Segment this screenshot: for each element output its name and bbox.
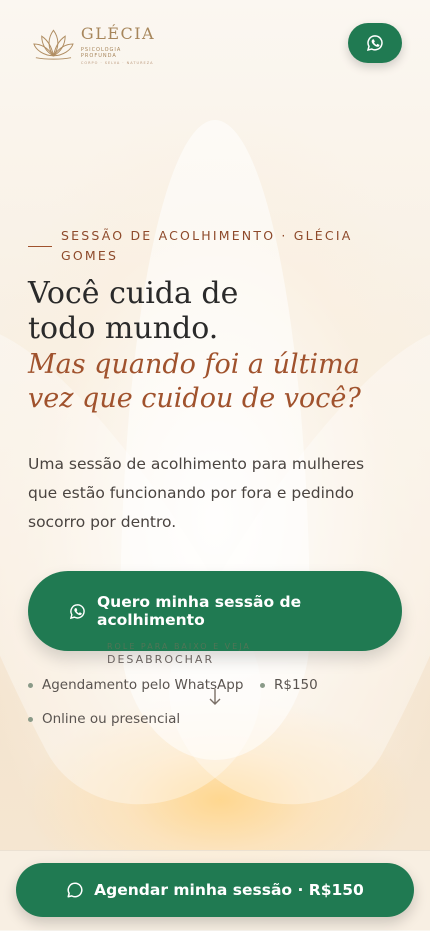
cta-label: Quero minha sessão de acolhimento: [97, 593, 302, 629]
cta-whatsapp-button[interactable]: Quero minha sessão de acolhimento: [28, 571, 402, 651]
chat-bubble-icon: [67, 882, 83, 898]
bullet-dot: [260, 682, 265, 688]
schedule-session-button[interactable]: Agendar minha sessão · R$150: [16, 863, 414, 917]
scroll-caption-small: ROLE PARA BAIXO E VEJA: [107, 642, 251, 651]
info-item-label: Online ou presencial: [42, 711, 181, 727]
scroll-caption: ROLE PARA BAIXO E VEJA DESABROCHAR: [107, 642, 307, 666]
info-item-scheduling: Agendamento pelo WhatsApp: [28, 677, 243, 693]
info-item-price: R$150: [260, 677, 318, 693]
eyebrow-divider: [28, 246, 52, 247]
hero-title-accent: Mas quando foi a última vez que cuidou d…: [28, 349, 361, 414]
brand-name: GLÉCIA: [80, 23, 156, 43]
hero-title: Você cuida de todo mundo. Mas quando foi…: [28, 276, 418, 416]
schedule-session-label: Agendar minha sessão · R$150: [94, 881, 364, 899]
brand-subtitle: PSICOLOGIA PROFUNDA: [80, 46, 122, 59]
whatsapp-icon: [69, 604, 85, 620]
hero-eyebrow: SESSÃO DE ACOLHIMENTO · GLÉCIA GOMES: [28, 226, 388, 266]
info-item-label: Agendamento pelo WhatsApp: [42, 677, 244, 693]
info-item-format: Online ou presencial: [28, 711, 180, 727]
info-item-label: R$150: [274, 677, 318, 693]
eyebrow-text: SESSÃO DE ACOLHIMENTO · GLÉCIA GOMES: [61, 228, 353, 263]
hero-title-main: Você cuida de todo mundo.: [28, 276, 239, 346]
hero-lead-text: Uma sessão de acolhimento para mulheres …: [28, 455, 365, 531]
whatsapp-icon: [366, 35, 383, 52]
lotus-logo-icon: [33, 29, 74, 60]
brand-logo[interactable]: GLÉCIA PSICOLOGIA PROFUNDA CORPO · SELVA…: [30, 18, 158, 70]
brand-tagline: CORPO · SELVA · NATUREZA: [80, 60, 154, 65]
scroll-caption-main: DESABROCHAR: [107, 653, 215, 666]
bullet-dot: [28, 716, 33, 722]
whatsapp-header-button[interactable]: [348, 23, 402, 63]
bullet-dot: [28, 682, 33, 688]
